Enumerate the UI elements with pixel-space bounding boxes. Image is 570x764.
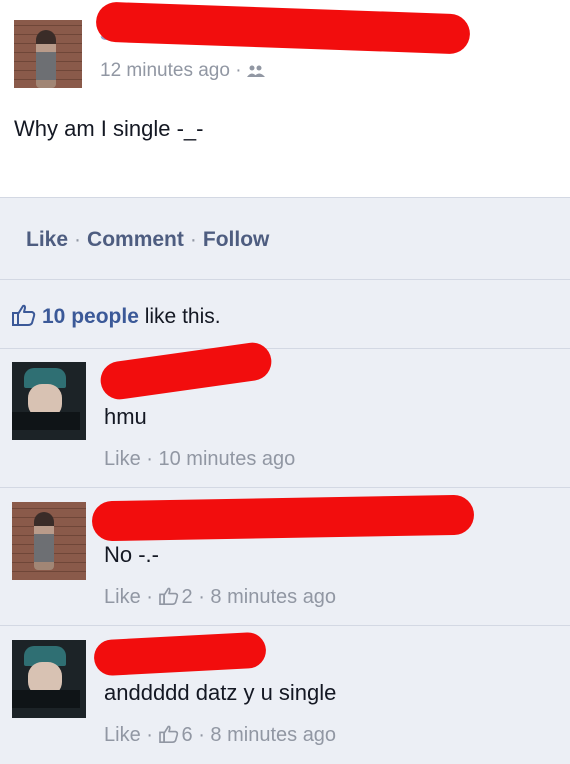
action-separator: ·: [189, 228, 197, 251]
likes-suffix: like this.: [144, 305, 221, 328]
post-author-avatar[interactable]: [14, 20, 82, 88]
friends-icon[interactable]: [246, 61, 265, 77]
comment-likes-count[interactable]: 2: [182, 586, 193, 608]
post-meta: 12 minutes ago ·: [100, 60, 265, 82]
avatar-shirt: [12, 412, 80, 430]
avatar-figure: [34, 512, 54, 570]
comment-author-avatar[interactable]: [12, 502, 86, 580]
comment-text: anddddd datz y u single: [104, 680, 337, 705]
comment-button[interactable]: Comment: [87, 228, 184, 251]
thumbs-up-icon: [158, 725, 179, 743]
meta-separator: ·: [146, 586, 153, 608]
like-button[interactable]: Like: [26, 228, 68, 251]
comment-like-button[interactable]: Like: [104, 586, 141, 608]
post-actions: Like · Comment · Follow: [26, 228, 269, 252]
comment-meta: Like · 6 · 8 minutes ago: [104, 724, 336, 747]
comment-text: No -.-: [104, 542, 159, 567]
comment-text: hmu: [104, 404, 147, 429]
comment-like-button[interactable]: Like: [104, 724, 141, 746]
comment-meta: Like · 2 · 8 minutes ago: [104, 586, 336, 609]
comment-author-avatar[interactable]: [12, 640, 86, 718]
avatar-figure: [36, 30, 56, 88]
avatar-shirt: [12, 690, 80, 708]
comment-timestamp[interactable]: 8 minutes ago: [210, 586, 336, 608]
meta-separator: ·: [146, 724, 153, 746]
meta-separator: ·: [198, 724, 205, 746]
post-timestamp[interactable]: 12 minutes ago: [100, 60, 230, 81]
thumbs-up-icon: [12, 304, 36, 326]
post-text: Why am I single -_-: [14, 116, 204, 141]
meta-separator: ·: [198, 586, 205, 608]
redaction-mark: [91, 494, 475, 542]
action-separator: ·: [74, 228, 82, 251]
comment-like-button[interactable]: Like: [104, 448, 141, 470]
comment-meta: Like · 10 minutes ago: [104, 448, 295, 471]
comment-author-avatar[interactable]: [12, 362, 86, 440]
meta-separator: ·: [146, 448, 153, 470]
follow-button[interactable]: Follow: [203, 228, 270, 251]
thumbs-up-icon: [158, 587, 179, 605]
meta-separator: ·: [235, 60, 242, 81]
comment-timestamp[interactable]: 8 minutes ago: [210, 724, 336, 746]
likes-count-link[interactable]: 10 people: [42, 305, 139, 328]
comment-timestamp[interactable]: 10 minutes ago: [159, 448, 296, 470]
likes-summary: 10 people like this.: [12, 304, 221, 329]
comment-likes-count[interactable]: 6: [182, 724, 193, 746]
